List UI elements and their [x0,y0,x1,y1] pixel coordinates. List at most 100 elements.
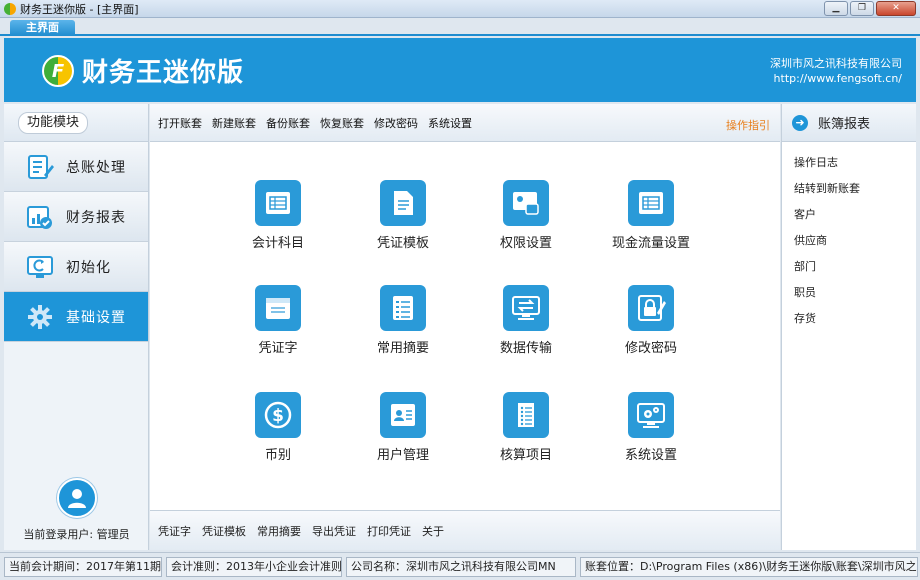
initialize-monitor-icon [26,253,54,281]
maximize-icon[interactable]: ❐ [850,1,874,16]
tile-accounting-items[interactable]: 核算项目 [471,392,581,463]
app-name: 财务王迷你版 [82,58,245,88]
nav-item-label: 初始化 [66,259,111,276]
list-item-suppliers[interactable]: 供应商 [782,228,916,254]
nav-item-label: 基础设置 [66,309,126,326]
nav-item-basic-settings[interactable]: 基础设置 [4,292,148,342]
system-settings-icon [628,392,674,438]
ledger-edit-icon [26,153,54,181]
nav-item-initialize[interactable]: 初始化 [4,242,148,292]
tile-label: 现金流量设置 [611,236,690,251]
table-sheet-icon [255,180,301,226]
tile-common-summary[interactable]: 常用摘要 [348,285,458,356]
close-icon[interactable]: ✕ [876,1,916,16]
tile-label: 币别 [264,448,291,463]
password-edit-icon [628,285,674,331]
tile-label: 系统设置 [624,448,677,463]
status-bar: 当前会计期间：2017年第11期 会计准则：2013年小企业会计准则 公司名称：… [0,552,920,580]
tile-label: 凭证模板 [376,236,429,251]
voucher-type-link[interactable]: 凭证字 [158,523,191,539]
current-user-label: 当前登录用户: 管理员 [23,528,130,541]
currency-dollar-icon: $ [255,392,301,438]
tile-label: 核算项目 [499,448,552,463]
data-transfer-icon [503,285,549,331]
status-account-set-location: 账套位置：D:\Program Files (x86)\财务王迷你版\账套\深圳… [580,556,918,577]
list-item-operation-log[interactable]: 操作日志 [782,150,916,176]
module-panel-title: 功能模块 [18,112,89,134]
checklist-icon [503,392,549,438]
list-item-customers[interactable]: 客户 [782,202,916,228]
books-reports-header: ➜ 账簿报表 [782,104,916,142]
list-item-departments[interactable]: 部门 [782,254,916,280]
tile-label: 常用摘要 [376,341,429,356]
company-url[interactable]: http://www.fengsoft.cn/ [770,71,902,86]
permission-lock-icon [503,180,549,226]
status-period: 当前会计期间：2017年第11期 [4,556,162,577]
tile-accounts[interactable]: 会计科目 [223,180,333,251]
nav-item-label: 财务报表 [66,209,126,226]
print-voucher-link[interactable]: 打印凭证 [367,523,411,539]
system-settings-button[interactable]: 系统设置 [428,115,472,131]
change-password-button[interactable]: 修改密码 [374,115,418,131]
company-info: 深圳市风之讯科技有限公司 http://www.fengsoft.cn/ [770,56,902,86]
report-chart-icon [26,203,54,231]
minimize-icon[interactable]: ▁ [824,1,848,16]
tile-label: 凭证字 [258,341,298,356]
voucher-template-link[interactable]: 凭证模板 [202,523,246,539]
tile-label: 权限设置 [499,236,552,251]
tile-label: 数据传输 [499,341,552,356]
module-panel: 功能模块 总账处理 财务报表 初始化 基础设置 当前登录用户: 管理员 [4,104,149,550]
bottom-toolbar: 凭证字 凭证模板 常用摘要 导出凭证 打印凭证 关于 [150,510,780,550]
backup-account-set-button[interactable]: 备份账套 [266,115,310,131]
app-logo-icon: F [42,55,74,87]
common-summary-link[interactable]: 常用摘要 [257,523,301,539]
tile-data-transfer[interactable]: 数据传输 [471,285,581,356]
tab-main[interactable]: 主界面 [10,20,75,36]
status-company-name: 公司名称：深圳市风之讯科技有限公司MN [346,556,576,577]
company-name: 深圳市风之讯科技有限公司 [770,57,902,70]
list-item-employees[interactable]: 职员 [782,280,916,306]
tile-label: 修改密码 [624,341,677,356]
books-reports-panel: ➜ 账簿报表 操作日志 结转到新账套 客户 供应商 部门 职员 存货 [781,104,916,550]
about-link[interactable]: 关于 [422,523,444,539]
new-account-set-button[interactable]: 新建账套 [212,115,256,131]
list-item-carry-forward[interactable]: 结转到新账套 [782,176,916,202]
tile-system-settings[interactable]: 系统设置 [596,392,706,463]
export-voucher-link[interactable]: 导出凭证 [312,523,356,539]
books-reports-list: 操作日志 结转到新账套 客户 供应商 部门 职员 存货 [782,142,916,332]
tile-change-password[interactable]: 修改密码 [596,285,706,356]
tile-cash-flow-settings[interactable]: 现金流量设置 [596,180,706,251]
table-sheet-icon [628,180,674,226]
nav-item-reports[interactable]: 财务报表 [4,192,148,242]
app-icon [4,2,16,15]
tile-voucher-type[interactable]: 凭证字 [223,285,333,356]
document-icon [380,180,426,226]
title-bar: 财务王迷你版 - [主界面] ▁ ❐ ✕ [0,0,920,18]
tile-currency[interactable]: $ 币别 [223,392,333,463]
user-card-icon [380,392,426,438]
avatar [56,478,97,518]
tile-voucher-template[interactable]: 凭证模板 [348,180,458,251]
open-account-set-button[interactable]: 打开账套 [158,115,202,131]
gear-icon [26,303,54,331]
nav-item-ledger[interactable]: 总账处理 [4,142,148,192]
books-reports-title: 账簿报表 [818,117,871,132]
operation-guide-link[interactable]: 操作指引 [726,117,770,133]
window-title: 财务王迷你版 - [主界面] [20,2,139,16]
tile-permissions[interactable]: 权限设置 [471,180,581,251]
module-panel-header: 功能模块 [4,104,148,142]
status-accounting-standard: 会计准则：2013年小企业会计准则 [166,556,342,577]
main-panel: 打开账套 新建账套 备份账套 恢复账套 修改密码 系统设置 操作指引 会计科目 … [150,104,780,550]
top-toolbar: 打开账套 新建账套 备份账套 恢复账套 修改密码 系统设置 操作指引 [150,104,780,142]
restore-account-set-button[interactable]: 恢复账套 [320,115,364,131]
tile-user-management[interactable]: 用户管理 [348,392,458,463]
tile-label: 用户管理 [376,448,429,463]
function-grid: 会计科目 凭证模板 权限设置 现金流量设置 凭证字 常用摘要 数据传输 修改密码… [150,142,780,512]
voucher-sheet-icon [255,285,301,331]
list-item-inventory[interactable]: 存货 [782,306,916,332]
window-controls: ▁ ❐ ✕ [824,1,916,16]
tile-label: 会计科目 [251,236,304,251]
tab-strip: 主界面 [0,18,920,36]
nav-item-label: 总账处理 [66,159,126,176]
arrow-right-icon: ➜ [792,114,808,131]
